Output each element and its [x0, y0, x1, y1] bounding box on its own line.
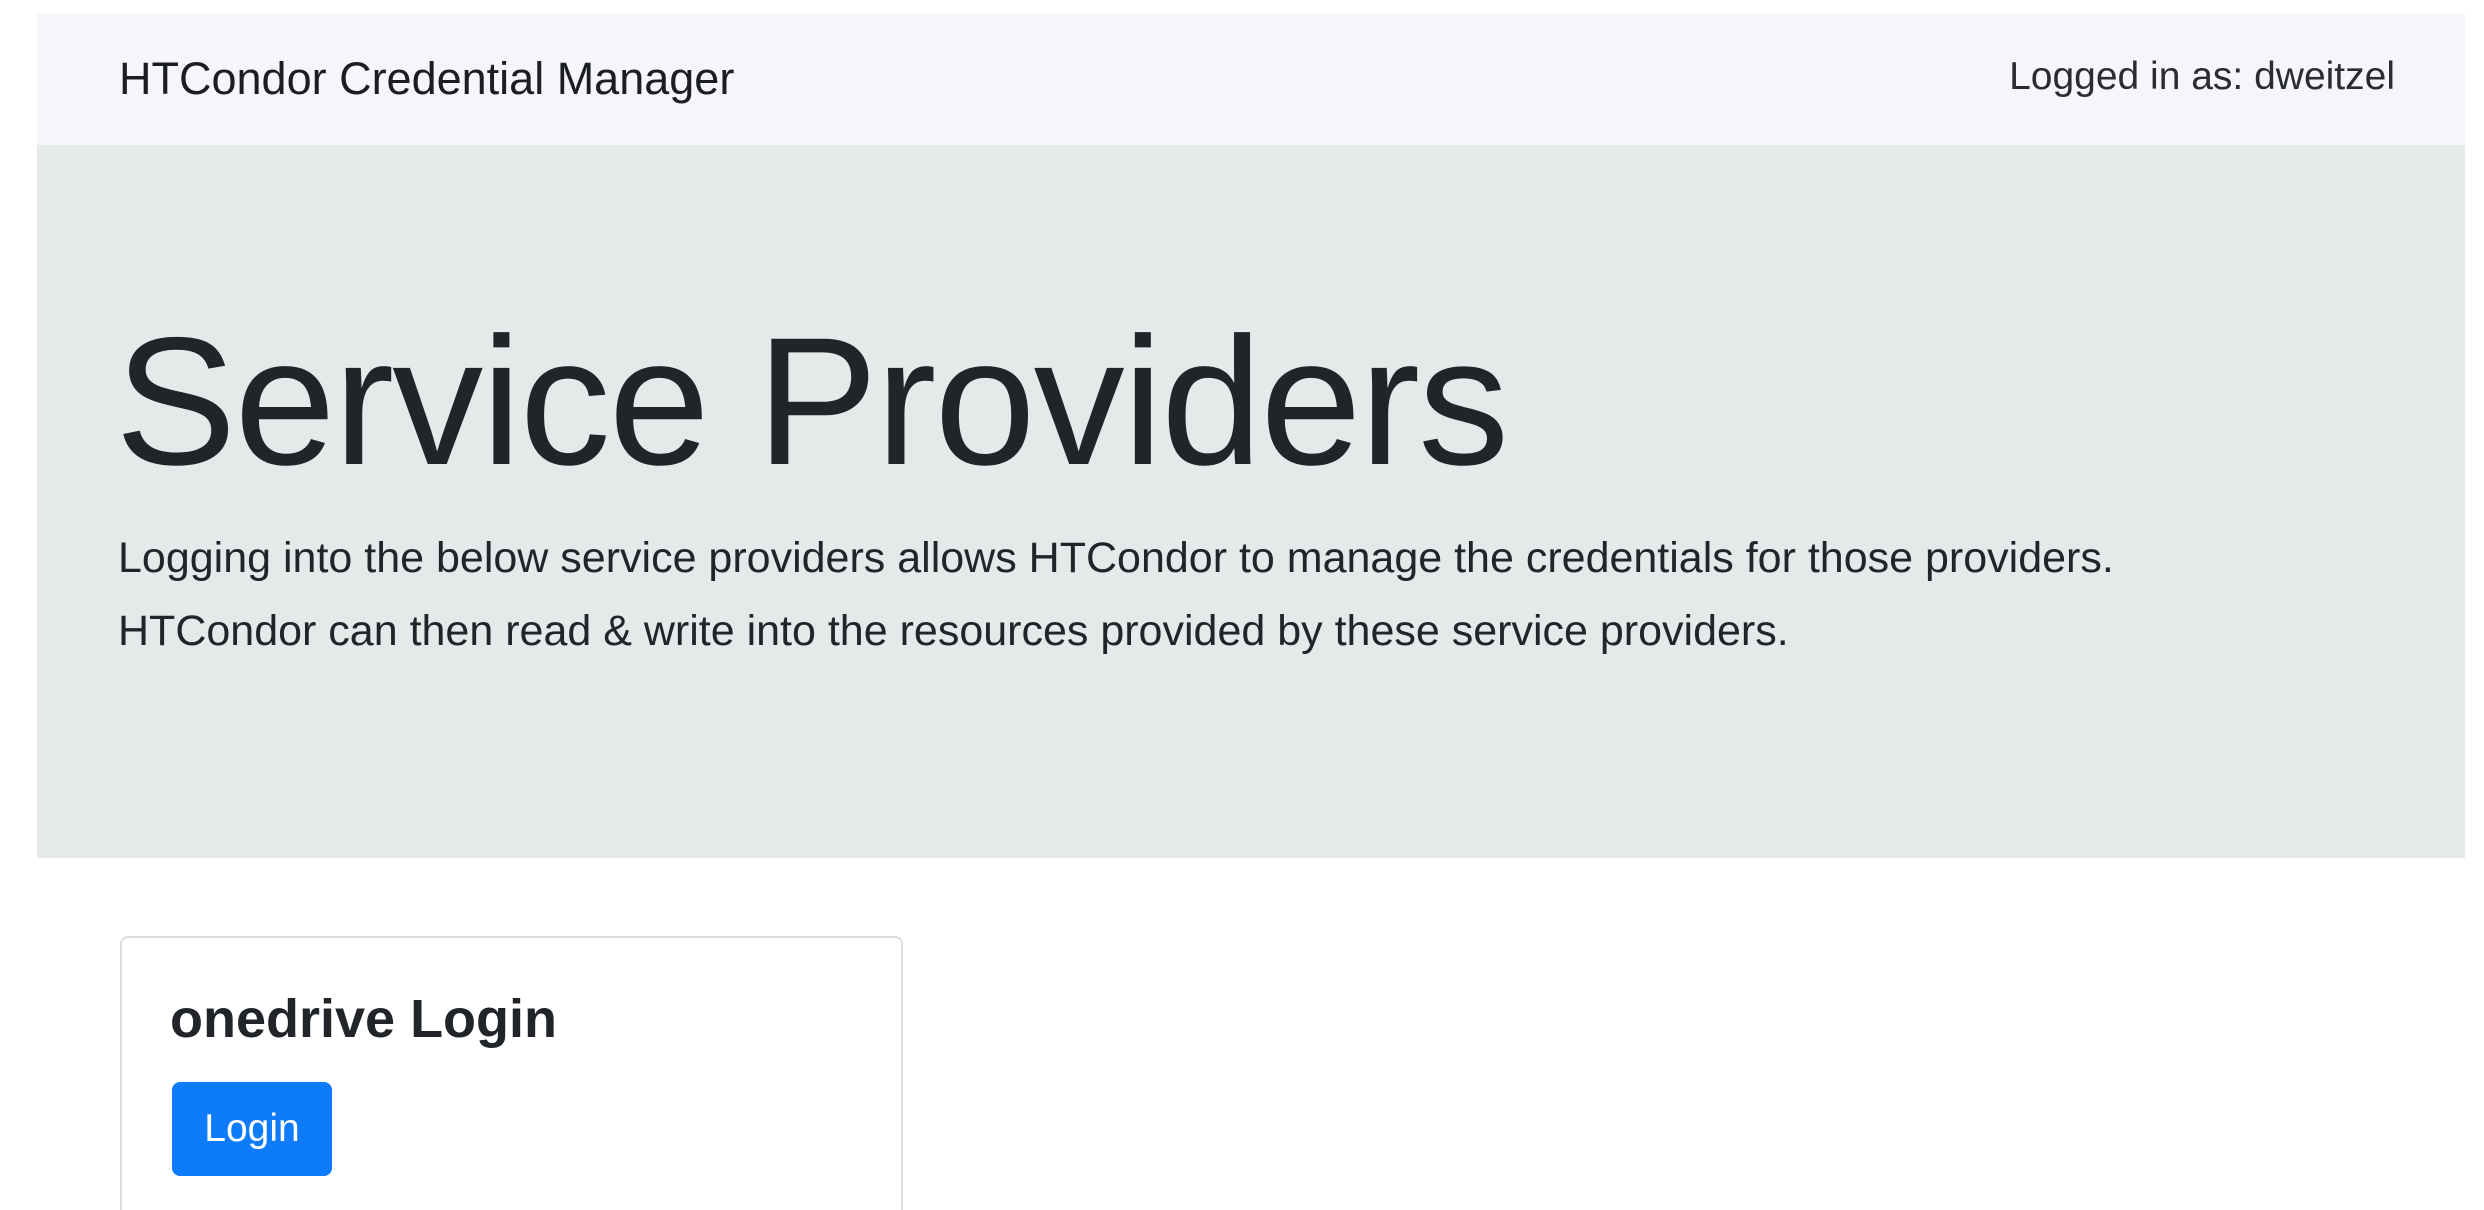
- navbar: HTCondor Credential Manager Logged in as…: [37, 14, 2465, 145]
- provider-card-onedrive: onedrive Login Login: [120, 936, 903, 1210]
- page-description: Logging into the below service providers…: [118, 522, 2438, 668]
- page: HTCondor Credential Manager Logged in as…: [0, 0, 2484, 1210]
- logged-in-user-text: Logged in as: dweitzel: [2009, 55, 2395, 98]
- provider-card-title: onedrive Login: [170, 989, 558, 1049]
- description-line-1: Logging into the below service providers…: [118, 534, 2114, 582]
- navbar-brand[interactable]: HTCondor Credential Manager: [119, 54, 734, 104]
- description-line-2: HTCondor can then read & write into the …: [118, 607, 1789, 655]
- jumbotron: Service Providers Logging into the below…: [37, 145, 2465, 858]
- page-title: Service Providers: [115, 299, 1509, 503]
- onedrive-login-button[interactable]: Login: [172, 1082, 332, 1176]
